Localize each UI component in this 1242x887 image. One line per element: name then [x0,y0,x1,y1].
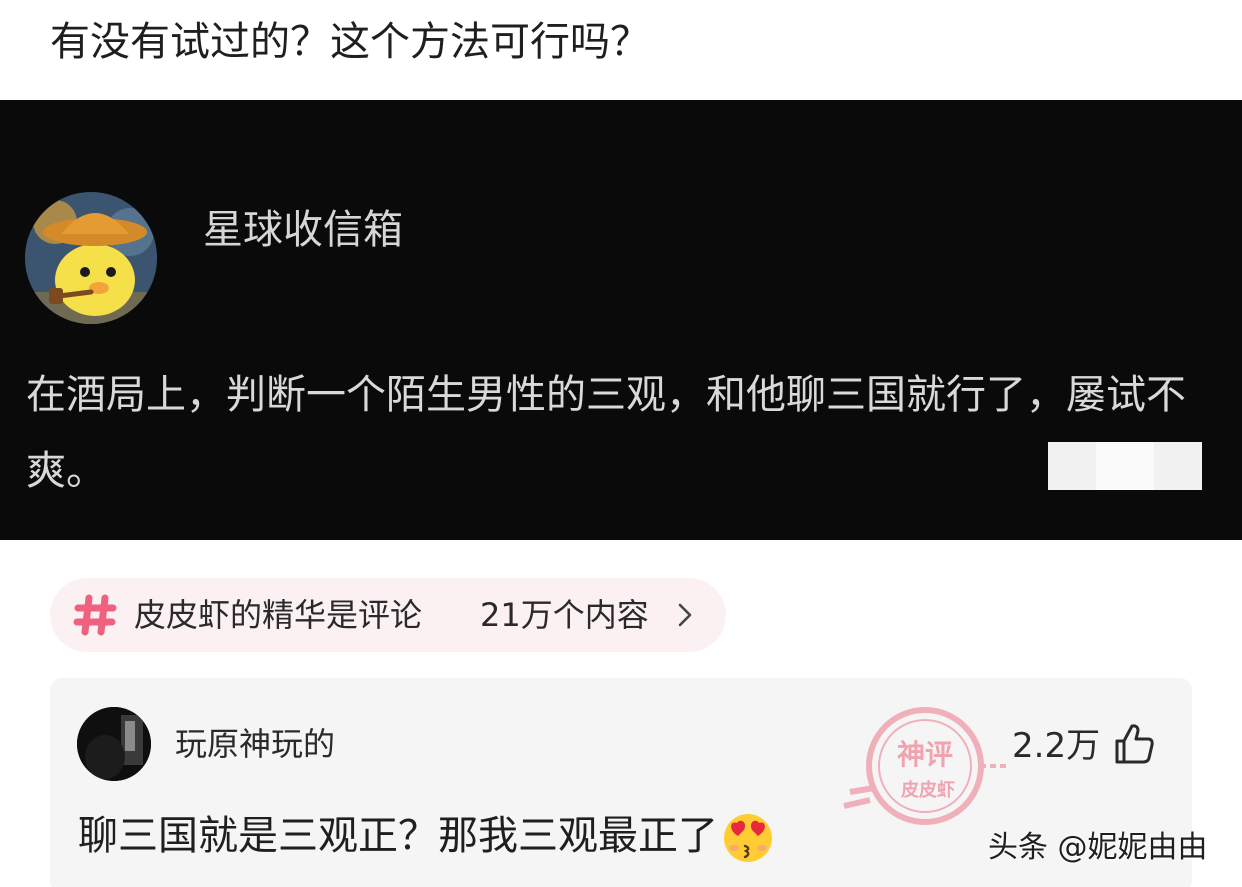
stamp-bottom-text: 皮皮虾 [901,779,955,801]
topic-label: 皮皮虾的精华是评论 [134,596,423,634]
heart-eyes-emoji-icon [724,814,772,862]
topic-tag[interactable]: 皮皮虾的精华是评论 21万个内容 [50,578,726,652]
screenshot-card: 星球收信箱 在酒局上，判断一个陌生男性的三观，和他聊三国就行了，屡试不爽。 [0,100,1242,540]
censor-block [1048,442,1202,490]
topic-count: 21万个内容 [480,596,649,634]
comment-text: 聊三国就是三观正？那我三观最正了 [78,808,776,864]
screenshot-content: 在酒局上，判断一个陌生男性的三观，和他聊三国就行了，屡试不爽。 [26,372,1186,494]
post-title: 有没有试过的？这个方法可行吗？ [50,19,650,65]
chevron-right-icon [678,603,692,627]
stamp-top-text: 神评 [897,738,953,771]
stamp-badge-icon: 神评 皮皮虾 [843,707,1008,825]
like-count: 2.2万 [1012,726,1101,766]
comment-username[interactable]: 玩原神玩的 [175,720,335,768]
duck-avatar-icon [25,192,157,324]
user-avatar-icon [77,707,151,781]
hashtag-icon [73,594,117,636]
screenshot-username: 星球收信箱 [203,207,403,253]
avatar[interactable] [25,192,157,324]
comment-body: 聊三国就是三观正？那我三观最正了 [78,813,718,859]
avatar[interactable] [77,707,151,781]
watermark: 头条 @妮妮由由 [988,830,1208,865]
thumbs-up-icon[interactable] [1112,722,1156,766]
